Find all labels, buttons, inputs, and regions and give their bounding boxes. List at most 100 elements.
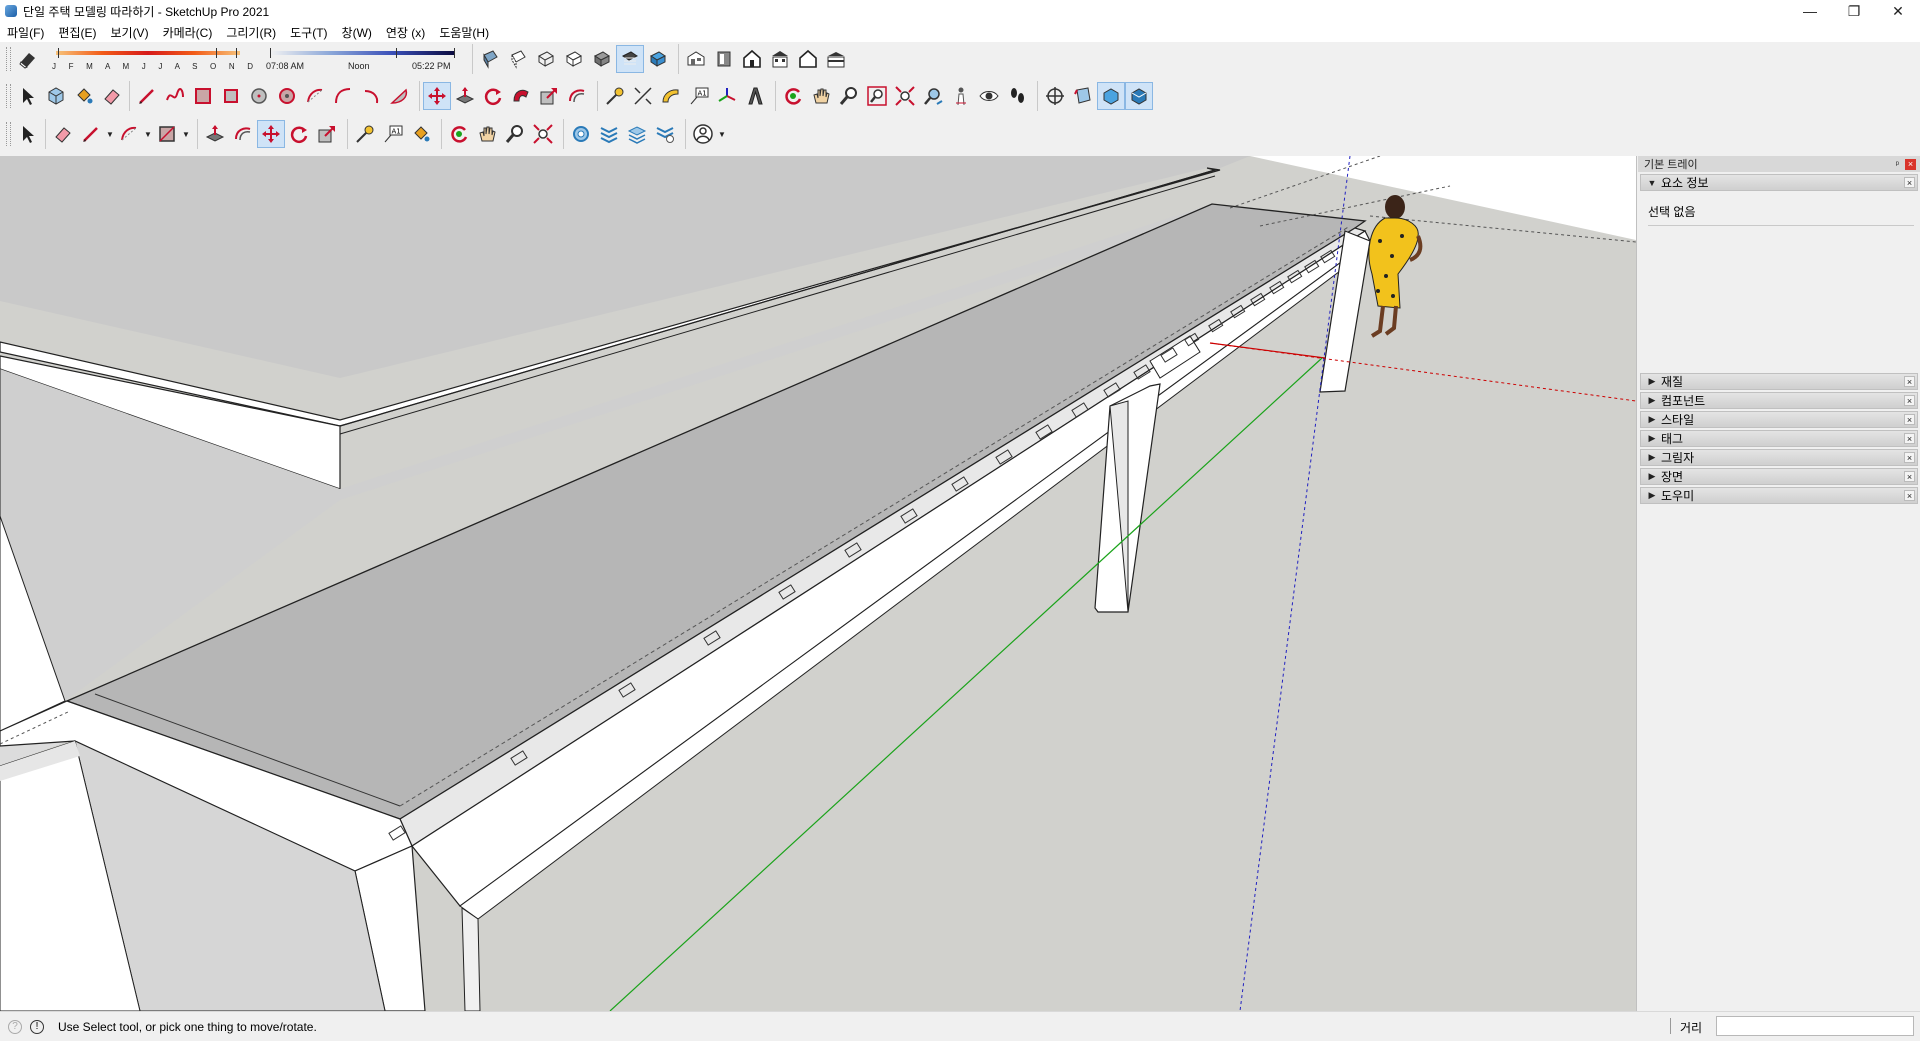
look-around-icon[interactable]	[975, 82, 1003, 110]
3d-text-icon[interactable]	[741, 82, 769, 110]
menu-camera[interactable]: 카메라(C)	[156, 24, 220, 41]
offset-2-icon[interactable]	[229, 120, 257, 148]
line-tool-icon[interactable]	[133, 82, 161, 110]
zoom-2-icon[interactable]	[501, 120, 529, 148]
rectangle-tool-icon[interactable]	[189, 82, 217, 110]
pan-2-icon[interactable]	[473, 120, 501, 148]
panel-scenes[interactable]: ▶ 장면 ×	[1640, 468, 1918, 485]
shaded-icon[interactable]	[588, 45, 616, 73]
shape-dropdown-icon[interactable]: ▼	[181, 120, 191, 148]
wireframe-icon[interactable]	[532, 45, 560, 73]
3d-warehouse-icon[interactable]	[567, 120, 595, 148]
polygon-tool-icon[interactable]	[273, 82, 301, 110]
back-view-icon[interactable]	[794, 45, 822, 73]
panel-close-button[interactable]: ×	[1904, 471, 1915, 482]
panel-close-button[interactable]: ×	[1904, 177, 1915, 188]
restore-button[interactable]: ❐	[1832, 0, 1876, 22]
scale-tool-icon[interactable]	[535, 82, 563, 110]
close-button[interactable]: ✕	[1876, 0, 1920, 22]
model-scene[interactable]	[0, 156, 1636, 1011]
three-point-arc-icon[interactable]	[357, 82, 385, 110]
select-tool-icon[interactable]	[14, 82, 42, 110]
panel-instructor[interactable]: ▶ 도우미 ×	[1640, 487, 1918, 504]
panel-close-button[interactable]: ×	[1904, 452, 1915, 463]
eraser-tool-icon[interactable]	[98, 82, 126, 110]
rotate-tool-icon[interactable]	[479, 82, 507, 110]
line-tool-2-icon[interactable]	[77, 120, 105, 148]
menu-window[interactable]: 창(W)	[335, 24, 379, 41]
xray-icon[interactable]	[476, 45, 504, 73]
panel-components[interactable]: ▶ 컴포넌트 ×	[1640, 392, 1918, 409]
orbit-2-icon[interactable]	[445, 120, 473, 148]
panel-materials[interactable]: ▶ 재질 ×	[1640, 373, 1918, 390]
menu-tools[interactable]: 도구(T)	[283, 24, 334, 41]
axes-tool-icon[interactable]	[713, 82, 741, 110]
panel-shadows[interactable]: ▶ 그림자 ×	[1640, 449, 1918, 466]
display-section-cuts-icon[interactable]	[1097, 82, 1125, 110]
previous-view-icon[interactable]	[919, 82, 947, 110]
walk-tool-icon[interactable]	[1003, 82, 1031, 110]
panel-tags[interactable]: ▶ 태그 ×	[1640, 430, 1918, 447]
pin-icon[interactable]: ᵖ	[1896, 159, 1899, 169]
section-plane-icon[interactable]	[1041, 82, 1069, 110]
text-tool-icon[interactable]: A1	[685, 82, 713, 110]
extension-manager-icon[interactable]	[651, 120, 679, 148]
select-tool-2-icon[interactable]	[14, 120, 42, 148]
two-point-arc-icon[interactable]	[329, 82, 357, 110]
tape-measure-2-icon[interactable]	[351, 120, 379, 148]
menu-file[interactable]: 파일(F)	[0, 24, 51, 41]
panel-entity-info[interactable]: ▼ 요소 정보 ×	[1640, 174, 1918, 191]
pie-tool-icon[interactable]	[385, 82, 413, 110]
front-view-icon[interactable]	[738, 45, 766, 73]
pan-tool-icon[interactable]	[807, 82, 835, 110]
display-section-planes-icon[interactable]	[1069, 82, 1097, 110]
follow-me-icon[interactable]	[507, 82, 535, 110]
menu-draw[interactable]: 그리기(R)	[219, 24, 283, 41]
protractor-icon[interactable]	[657, 82, 685, 110]
layout-send-icon[interactable]	[623, 120, 651, 148]
move-tool-2-icon[interactable]	[257, 120, 285, 148]
scale-2-icon[interactable]	[313, 120, 341, 148]
iso-view-icon[interactable]	[682, 45, 710, 73]
rotated-rectangle-icon[interactable]	[217, 82, 245, 110]
move-tool-icon[interactable]	[423, 82, 451, 110]
eraser-tool-2-icon[interactable]	[49, 120, 77, 148]
menu-edit[interactable]: 편집(E)	[51, 24, 103, 41]
panel-close-button[interactable]: ×	[1904, 490, 1915, 501]
measurements-input[interactable]	[1716, 1016, 1914, 1036]
account-dropdown-icon[interactable]: ▼	[717, 120, 727, 148]
zoom-window-icon[interactable]	[863, 82, 891, 110]
date-slider[interactable]: J F M A M J J A S O N D	[48, 45, 253, 73]
back-edges-icon[interactable]	[504, 45, 532, 73]
tray-close-button[interactable]: ×	[1905, 158, 1916, 170]
account-icon[interactable]	[689, 120, 717, 148]
menu-extensions[interactable]: 연장 (x)	[379, 24, 432, 41]
arc-tool-2-icon[interactable]	[115, 120, 143, 148]
eraser-shadow-icon[interactable]	[14, 45, 42, 73]
hidden-line-icon[interactable]	[560, 45, 588, 73]
extension-warehouse-icon[interactable]	[595, 120, 623, 148]
shape-tool-icon[interactable]	[153, 120, 181, 148]
panel-close-button[interactable]: ×	[1904, 376, 1915, 387]
model-viewport[interactable]	[0, 156, 1637, 1011]
freehand-tool-icon[interactable]	[161, 82, 189, 110]
top-view-icon[interactable]	[710, 45, 738, 73]
offset-tool-icon[interactable]	[563, 82, 591, 110]
arc-dropdown-icon[interactable]: ▼	[143, 120, 153, 148]
panel-close-button[interactable]: ×	[1904, 395, 1915, 406]
orbit-tool-icon[interactable]	[779, 82, 807, 110]
paint-bucket-2-icon[interactable]	[407, 120, 435, 148]
push-pull-icon[interactable]	[451, 82, 479, 110]
text-tool-2-icon[interactable]: A1	[379, 120, 407, 148]
geo-location-icon[interactable]: ?	[8, 1019, 22, 1034]
zoom-extents-icon[interactable]	[891, 82, 919, 110]
panel-close-button[interactable]: ×	[1904, 433, 1915, 444]
shaded-with-textures-icon[interactable]	[616, 45, 644, 73]
menu-help[interactable]: 도움말(H)	[432, 24, 496, 41]
monochrome-icon[interactable]	[644, 45, 672, 73]
dimension-tool-icon[interactable]	[629, 82, 657, 110]
zoom-extents-2-icon[interactable]	[529, 120, 557, 148]
panel-close-button[interactable]: ×	[1904, 414, 1915, 425]
position-camera-icon[interactable]	[947, 82, 975, 110]
line-dropdown-icon[interactable]: ▼	[105, 120, 115, 148]
